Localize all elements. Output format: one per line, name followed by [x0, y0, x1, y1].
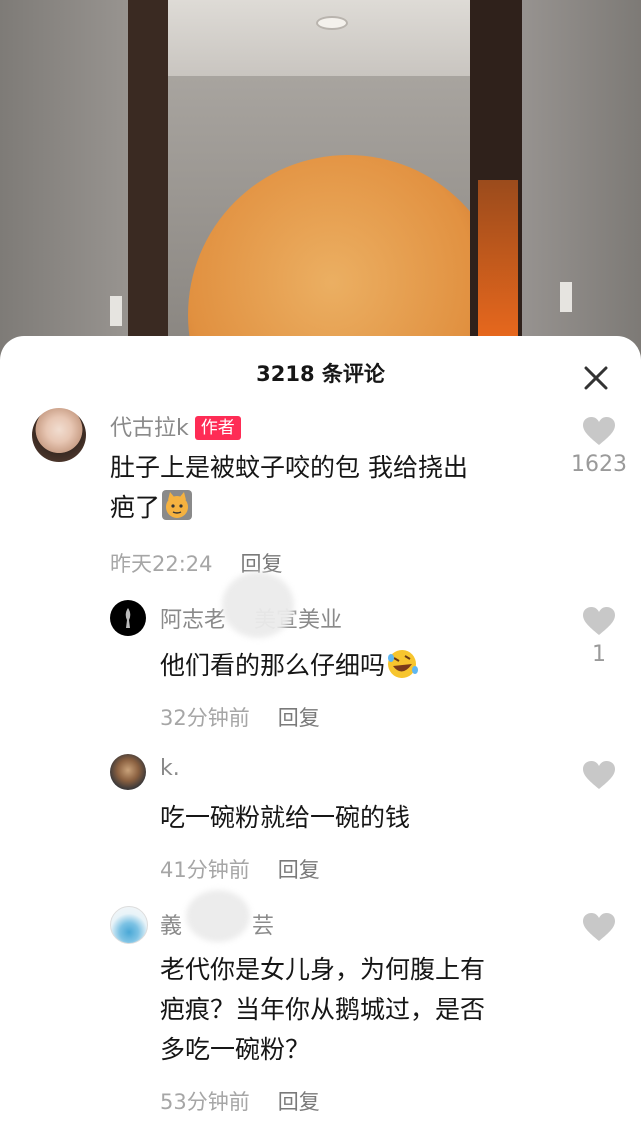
right-door-glow	[478, 180, 518, 340]
laughing-emoji-icon	[385, 646, 421, 692]
comment-time: 41分钟前	[160, 858, 250, 882]
comment-author-name[interactable]: 代古拉k	[110, 416, 189, 441]
comment-text-line: 吃一碗粉就给一碗的钱	[160, 803, 411, 832]
avatar[interactable]	[110, 906, 148, 944]
comment-author-name[interactable]: 義	[160, 914, 182, 939]
comment-time: 昨天22:24	[110, 552, 213, 576]
censor-blur	[186, 890, 250, 942]
comments-sheet: 3218 条评论 代古拉k 作者 肚子上是被蚊子咬的包 我给挠出 疤了 昨天22:…	[0, 336, 641, 1136]
like-button[interactable]: 1623	[566, 416, 632, 477]
comment-time: 32分钟前	[160, 706, 250, 730]
like-button[interactable]: 1	[566, 606, 632, 667]
heart-icon	[583, 913, 615, 941]
heart-icon	[583, 417, 615, 445]
avatar[interactable]	[110, 600, 146, 636]
comments-count-title: 3218 条评论	[256, 362, 385, 386]
reply-button[interactable]: 回复	[278, 1090, 320, 1114]
comment-author-name[interactable]: k.	[160, 756, 180, 781]
avatar[interactable]	[32, 408, 86, 462]
close-icon	[584, 366, 608, 390]
right-wall	[521, 0, 641, 360]
reply-button[interactable]: 回复	[278, 858, 320, 882]
like-count: 1	[592, 642, 606, 667]
comment-text-line: 老代你是女儿身，为何腹上有	[160, 955, 486, 984]
heart-icon	[583, 607, 615, 635]
video-background[interactable]	[0, 0, 641, 360]
comment-author-name[interactable]: 阿志老	[160, 608, 226, 633]
comment-author-name-suffix[interactable]: 芸	[252, 914, 274, 939]
cat-emoji-icon	[160, 488, 194, 534]
heart-icon	[583, 761, 615, 789]
avatar[interactable]	[110, 754, 146, 790]
like-button[interactable]	[566, 912, 632, 942]
reply-button[interactable]: 回复	[278, 706, 320, 730]
comment-text-line: 肚子上是被蚊子咬的包 我给挠出	[110, 453, 468, 482]
left-light-switch	[110, 296, 122, 326]
right-light-switch	[560, 282, 572, 312]
comment-text-line: 疤痕？当年你从鹅城过，是否	[160, 995, 486, 1024]
censor-blur	[222, 572, 294, 638]
ceiling	[150, 0, 490, 76]
comment-text-line: 他们看的那么仔细吗	[160, 651, 386, 680]
like-button[interactable]	[566, 760, 632, 790]
comment-time: 53分钟前	[160, 1090, 250, 1114]
author-badge: 作者	[194, 416, 241, 440]
like-count: 1623	[571, 452, 627, 477]
comment-text-line: 疤了	[110, 493, 161, 522]
comment-text-line: 多吃一碗粉？	[160, 1035, 311, 1064]
close-button[interactable]	[578, 360, 614, 396]
ceiling-light	[316, 16, 348, 30]
left-door-frame	[128, 0, 168, 360]
